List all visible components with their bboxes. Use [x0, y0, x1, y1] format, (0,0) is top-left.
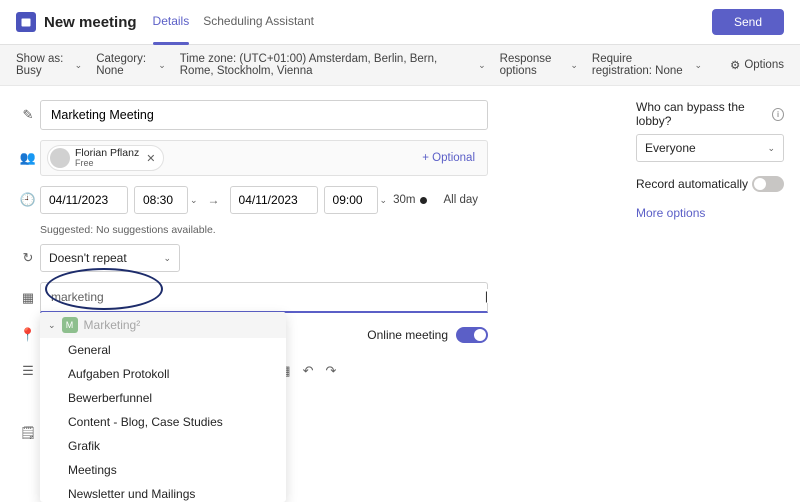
channel-option[interactable]: Content - Blog, Case Studies — [40, 410, 286, 434]
start-time-input[interactable] — [134, 186, 188, 214]
remove-attendee-icon[interactable]: ✕ — [144, 152, 157, 165]
channel-icon: ▦ — [22, 290, 34, 306]
tab-scheduling-assistant[interactable]: Scheduling Assistant — [203, 8, 314, 36]
avatar — [50, 148, 70, 168]
suggested-times-text: Suggested: No suggestions available. — [40, 224, 612, 236]
channel-dropdown: ⌄ M Marketing² General Aufgaben Protokol… — [40, 312, 286, 502]
chevron-down-icon: ⌄ — [190, 195, 198, 206]
bypass-lobby-select[interactable]: Everyone⌄ — [636, 134, 784, 162]
attendee-chip[interactable]: Florian Pflanz Free ✕ — [47, 145, 164, 171]
location-icon: 📍 — [20, 327, 36, 343]
record-auto-toggle[interactable] — [752, 176, 784, 192]
chevron-down-icon: ⌄ — [380, 195, 388, 206]
chevron-down-icon: ⌄ — [694, 60, 702, 71]
channel-option[interactable]: Grafik — [40, 434, 286, 458]
description-icon: ☰ — [22, 363, 34, 379]
pencil-icon: ✎ — [23, 107, 34, 123]
end-date-input[interactable] — [230, 186, 318, 214]
clock-icon: 🕘 — [20, 192, 36, 208]
info-icon[interactable]: i — [772, 108, 784, 121]
duration-label: 30m — [393, 194, 427, 206]
timezone-dropdown[interactable]: Time zone: (UTC+01:00) Amsterdam, Berlin… — [180, 53, 486, 77]
chevron-down-icon: ⌄ — [163, 253, 171, 264]
dropdown-team-header[interactable]: ⌄ M Marketing² — [40, 312, 286, 338]
online-meeting-toggle[interactable] — [456, 327, 488, 343]
category-dropdown[interactable]: Category: None⌄ — [96, 53, 166, 77]
end-time-input[interactable] — [324, 186, 378, 214]
response-options-dropdown[interactable]: Response options⌄ — [500, 53, 578, 77]
team-avatar-icon: M — [62, 317, 78, 333]
channel-option[interactable]: Meetings — [40, 458, 286, 482]
people-icon: 👥 — [20, 150, 36, 166]
dropdown-team-name: Marketing² — [84, 318, 141, 332]
chevron-down-icon: ⌄ — [158, 60, 166, 71]
redo-icon[interactable]: ↷ — [326, 363, 337, 379]
options-button[interactable]: ⚙Options — [730, 58, 784, 72]
gear-icon: ⚙ — [730, 58, 740, 72]
chevron-down-icon: ⌄ — [75, 60, 83, 71]
attendees-field[interactable]: Florian Pflanz Free ✕ + Optional — [40, 140, 488, 176]
chevron-down-icon: ⌄ — [570, 60, 578, 71]
channel-option[interactable]: Aufgaben Protokoll — [40, 362, 286, 386]
attendee-status: Free — [75, 159, 139, 168]
add-optional-link[interactable]: + Optional — [422, 152, 481, 164]
arrow-right-icon: → — [204, 193, 224, 207]
online-meeting-label: Online meeting — [367, 328, 448, 342]
registration-dropdown[interactable]: Require registration: None⌄ — [592, 53, 702, 77]
meeting-title-input[interactable] — [40, 100, 488, 130]
repeat-icon: ↻ — [23, 250, 34, 266]
chevron-down-icon: ⌄ — [48, 320, 56, 331]
chevron-down-icon: ⌄ — [767, 143, 775, 154]
channel-option[interactable]: Bewerberfunnel — [40, 386, 286, 410]
all-day-toggle[interactable]: All day — [443, 194, 478, 206]
show-as-dropdown[interactable]: Show as: Busy⌄ — [16, 53, 82, 77]
chevron-down-icon: ⌄ — [478, 60, 486, 71]
page-title: New meeting — [44, 14, 137, 31]
start-date-input[interactable] — [40, 186, 128, 214]
bypass-lobby-label: Who can bypass the lobby? i — [636, 100, 784, 128]
undo-icon[interactable]: ↶ — [303, 363, 314, 379]
send-button[interactable]: Send — [712, 9, 784, 35]
channel-option[interactable]: Newsletter und Mailings — [40, 482, 286, 502]
more-options-link[interactable]: More options — [636, 206, 784, 220]
channel-search-input[interactable]: marketing| — [40, 282, 488, 313]
record-auto-label: Record automatically — [636, 177, 748, 191]
calendar-app-icon — [16, 12, 36, 32]
tab-details[interactable]: Details — [153, 8, 190, 36]
recurrence-dropdown[interactable]: Doesn't repeat⌄ — [40, 244, 180, 272]
note-icon: 🗒 — [20, 425, 37, 441]
channel-option[interactable]: General — [40, 338, 286, 362]
